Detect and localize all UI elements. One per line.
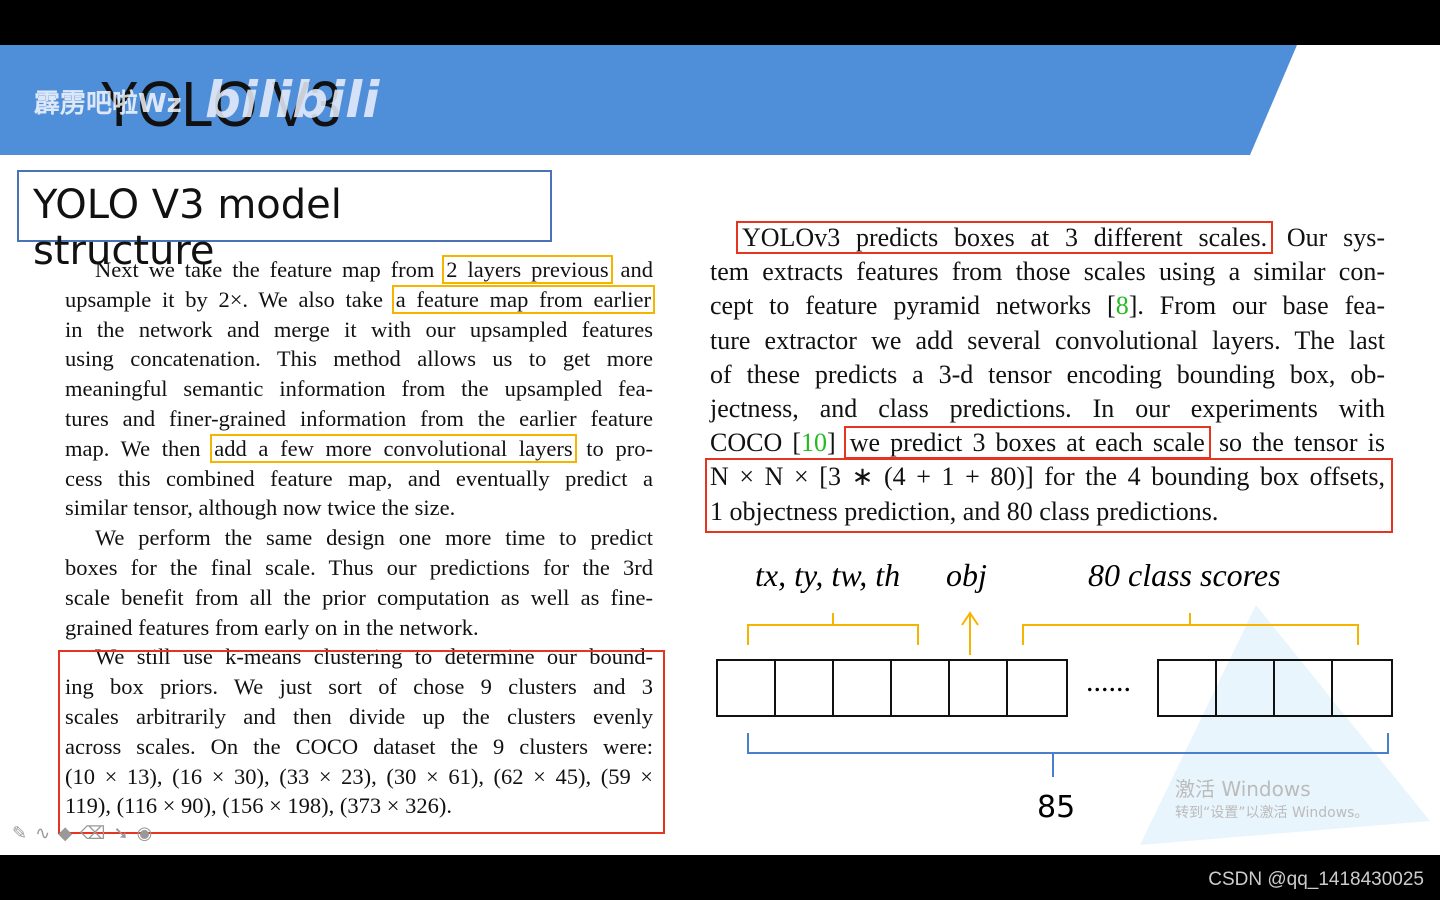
record-icon[interactable]: ◉	[137, 823, 161, 844]
ellipsis: ......	[1086, 665, 1131, 698]
pen-icon[interactable]: ✎	[12, 823, 35, 844]
cell-ty	[776, 661, 834, 715]
cell-obj	[950, 661, 1008, 715]
cell-class	[1159, 661, 1217, 715]
fill-icon[interactable]: ◆	[58, 823, 80, 844]
cell-tw	[834, 661, 892, 715]
cell-class	[1275, 661, 1333, 715]
curve-icon[interactable]: ∿	[35, 823, 58, 844]
eraser-icon[interactable]: ⌫	[80, 823, 113, 844]
obj-arrow	[961, 611, 979, 655]
activate-title: 激活 Windows	[1175, 777, 1311, 801]
cell-class	[1008, 661, 1066, 715]
cell-class	[1217, 661, 1275, 715]
total-brace	[747, 733, 1389, 777]
pointer-icon[interactable]: ➘	[113, 823, 136, 844]
coords-brace	[747, 613, 919, 645]
slide: YOLO V3 霹雳吧啦Wz bilibili YOLO V3 model st…	[0, 45, 1440, 855]
total-count: 85	[1037, 790, 1076, 825]
brace-lines	[747, 611, 1389, 777]
classes-brace	[1022, 613, 1359, 645]
cell-th	[892, 661, 950, 715]
cell-tx	[718, 661, 776, 715]
csdn-credit: CSDN @qq_1418430025	[1208, 869, 1424, 890]
vector-cells-right	[1157, 659, 1393, 717]
activate-subtitle: 转到“设置”以激活 Windows。	[1175, 805, 1369, 821]
activate-windows-watermark: 激活 Windows 转到“设置”以激活 Windows。	[1175, 773, 1368, 822]
cell-class	[1333, 661, 1391, 715]
video-top-bar	[0, 0, 1440, 45]
annotation-toolbar: ✎∿◆⌫➘◉	[12, 823, 160, 844]
vector-cells-left	[716, 659, 1068, 717]
